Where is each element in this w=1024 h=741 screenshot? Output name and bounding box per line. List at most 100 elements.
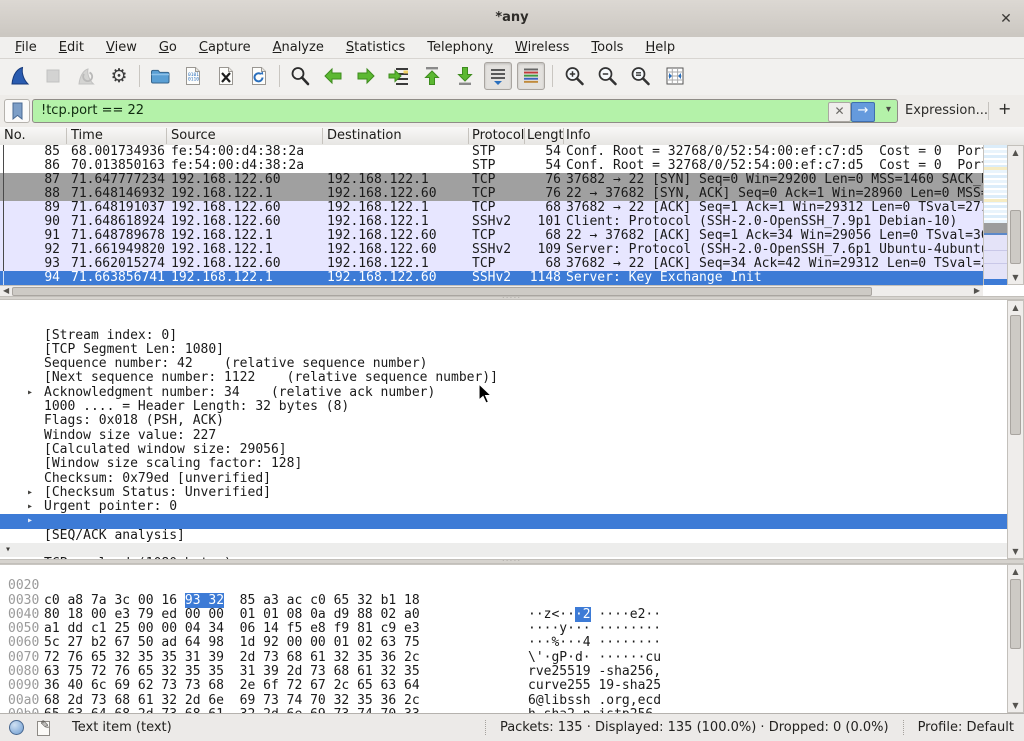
scroll-thumb[interactable] — [1010, 315, 1021, 435]
profile-selector[interactable]: Profile: Default — [904, 720, 1024, 735]
go-back-button[interactable] — [319, 62, 347, 90]
detail-line[interactable]: [Window size scaling factor: 128] — [0, 429, 1024, 443]
capture-options-button[interactable]: ⚙ — [105, 62, 133, 90]
close-icon[interactable]: ✕ — [996, 9, 1016, 29]
packet-list-minimap[interactable] — [983, 145, 1007, 285]
packet-list-vertical-scrollbar[interactable]: ▲ ▼ — [1007, 145, 1024, 285]
zoom-in-button[interactable] — [560, 62, 588, 90]
packet-row[interactable]: 93 71.662015274 192.168.122.60 192.168.1… — [0, 257, 983, 271]
expert-info-icon[interactable] — [9, 720, 24, 735]
packet-list-header[interactable]: No. Time Source Destination Protocol Len… — [0, 127, 1024, 146]
hex-row[interactable]: 0080 36 40 6c 69 62 73 73 68 2e 6f 72 67… — [0, 651, 1024, 665]
column-header-length[interactable]: Length — [527, 128, 563, 143]
filter-bookmark-button[interactable] — [4, 99, 30, 123]
detail-line[interactable]: [Calculated window size: 29056] — [0, 414, 1024, 428]
column-header-protocol[interactable]: Protocol — [472, 128, 524, 143]
menu-item[interactable]: File — [4, 37, 48, 59]
go-to-bottom-button[interactable] — [451, 62, 479, 90]
column-header-destination[interactable]: Destination — [327, 128, 402, 143]
capture-comment-icon[interactable]: ✎ — [36, 720, 52, 736]
menu-item[interactable]: Tools — [580, 37, 634, 59]
packet-row[interactable]: 87 71.647777234 192.168.122.60 192.168.1… — [0, 173, 983, 187]
hex-row[interactable]: 00b0 38 34 2c 65 63 64 68 2d 73 68 61 32… — [0, 694, 1024, 708]
display-filter-input[interactable]: !tcp.port == 22 ✕ → ▾ — [32, 99, 898, 123]
go-to-top-button[interactable] — [418, 62, 446, 90]
scroll-right-icon[interactable]: ▶ — [974, 286, 980, 296]
resize-columns-button[interactable] — [661, 62, 689, 90]
stop-capture-button[interactable] — [39, 62, 67, 90]
scroll-up-icon[interactable]: ▲ — [1008, 303, 1023, 312]
menu-item[interactable]: Analyze — [262, 37, 335, 59]
go-forward-button[interactable] — [352, 62, 380, 90]
scroll-thumb[interactable] — [12, 287, 872, 296]
detail-line[interactable]: Checksum: 0x79ed [unverified] — [0, 443, 1024, 457]
detail-line[interactable]: [Stream index: 0] — [0, 300, 1024, 314]
detail-line[interactable]: 1000 .... = Header Length: 32 bytes (8) — [0, 371, 1024, 385]
filter-apply-icon[interactable]: → — [851, 102, 875, 122]
column-header-info[interactable]: Info — [566, 128, 591, 143]
menu-item[interactable]: Capture — [188, 37, 262, 59]
hex-row[interactable]: 0030 80 18 00 e3 79 ed 00 00 01 01 08 0a… — [0, 579, 1024, 593]
expander-icon[interactable]: ▸ — [27, 486, 33, 500]
packet-row[interactable]: 94 71.663856741 192.168.122.1 192.168.12… — [0, 271, 983, 285]
detail-line[interactable]: ▸ SSH Version 2 (encryption:chacha20-pol… — [0, 557, 1024, 559]
detail-line[interactable]: Acknowledgment number: 34 (relative ack … — [0, 357, 1024, 371]
expander-icon[interactable]: ▸ — [27, 514, 33, 528]
detail-line[interactable]: ▸ [Timestamps] — [0, 514, 1024, 528]
colorize-packets-button[interactable] — [517, 62, 545, 90]
zoom-normal-button[interactable] — [626, 62, 654, 90]
chevron-down-icon[interactable]: ▾ — [886, 104, 891, 115]
scroll-down-icon[interactable]: ▼ — [1008, 273, 1023, 282]
hex-row[interactable]: 00a0 65 63 64 68 2d 73 68 61 32 2d 6e 69… — [0, 679, 1024, 693]
reload-file-button[interactable] — [245, 62, 273, 90]
hex-row[interactable]: 0050 5c 27 b2 67 50 ad 64 98 1d 92 00 00… — [0, 608, 1024, 622]
close-file-button[interactable] — [212, 62, 240, 90]
expression-button[interactable]: Expression... — [905, 103, 988, 118]
detail-line[interactable]: ▾ SSH Protocol — [0, 543, 1024, 557]
packet-list-horizontal-scrollbar[interactable]: ◀ ▶ — [0, 285, 983, 296]
scroll-down-icon[interactable]: ▼ — [1008, 701, 1023, 710]
detail-line[interactable]: TCP payload (1080 bytes) — [0, 529, 1024, 543]
menu-item[interactable]: Help — [634, 37, 686, 59]
packet-row[interactable]: 85 68.001734936 fe:54:00:d4:38:2a STP 54… — [0, 145, 983, 159]
hex-row[interactable]: 0070 63 75 72 76 65 32 35 35 31 39 2d 73… — [0, 636, 1024, 650]
expander-icon[interactable]: ▾ — [5, 543, 11, 557]
go-to-packet-button[interactable] — [385, 62, 413, 90]
hex-row[interactable]: 0020 c0 a8 7a 3c 00 16 93 32 85 a3 ac c0… — [0, 565, 1024, 579]
zoom-out-button[interactable] — [593, 62, 621, 90]
packet-row[interactable]: 91 71.648789678 192.168.122.1 192.168.12… — [0, 229, 983, 243]
packet-row[interactable]: 90 71.648618924 192.168.122.60 192.168.1… — [0, 215, 983, 229]
filter-clear-icon[interactable]: ✕ — [828, 102, 851, 122]
expander-icon[interactable]: ▸ — [27, 386, 33, 400]
expander-icon[interactable]: ▸ — [27, 500, 33, 514]
scroll-thumb[interactable] — [1010, 579, 1021, 649]
scroll-up-icon[interactable]: ▲ — [1008, 148, 1023, 157]
detail-line[interactable]: [Checksum Status: Unverified] — [0, 457, 1024, 471]
column-header-source[interactable]: Source — [171, 128, 216, 143]
menu-item[interactable]: Statistics — [335, 37, 416, 59]
scroll-up-icon[interactable]: ▲ — [1008, 567, 1023, 576]
auto-scroll-button[interactable] — [484, 62, 512, 90]
start-capture-button[interactable] — [6, 62, 34, 90]
detail-line[interactable]: Urgent pointer: 0 — [0, 472, 1024, 486]
hex-row[interactable]: 0090 68 2d 73 68 61 32 2d 6e 69 73 74 70… — [0, 665, 1024, 679]
menu-item[interactable]: Go — [148, 37, 188, 59]
detail-line[interactable]: [TCP Segment Len: 1080] — [0, 314, 1024, 328]
menu-item[interactable]: Wireless — [504, 37, 580, 59]
open-file-button[interactable] — [146, 62, 174, 90]
add-filter-button[interactable]: + — [998, 99, 1011, 118]
column-header-time[interactable]: Time — [71, 128, 103, 143]
menu-item[interactable]: Edit — [48, 37, 95, 59]
restart-capture-button[interactable] — [72, 62, 100, 90]
packet-row[interactable]: 89 71.648191037 192.168.122.60 192.168.1… — [0, 201, 983, 215]
find-packet-button[interactable] — [286, 62, 314, 90]
hex-row[interactable]: 0040 a1 dd c1 25 00 00 04 34 06 14 f5 e8… — [0, 594, 1024, 608]
bytes-vertical-scrollbar[interactable]: ▲ ▼ — [1007, 564, 1024, 713]
menu-item[interactable]: View — [95, 37, 148, 59]
details-vertical-scrollbar[interactable]: ▲ ▼ — [1007, 300, 1024, 559]
detail-line[interactable]: Sequence number: 42 (relative sequence n… — [0, 329, 1024, 343]
titlebar[interactable]: *any ✕ — [0, 0, 1024, 38]
scroll-thumb[interactable] — [1010, 210, 1021, 264]
expander-icon[interactable]: ▸ — [21, 557, 27, 559]
menu-item[interactable]: Telephony — [416, 37, 504, 59]
